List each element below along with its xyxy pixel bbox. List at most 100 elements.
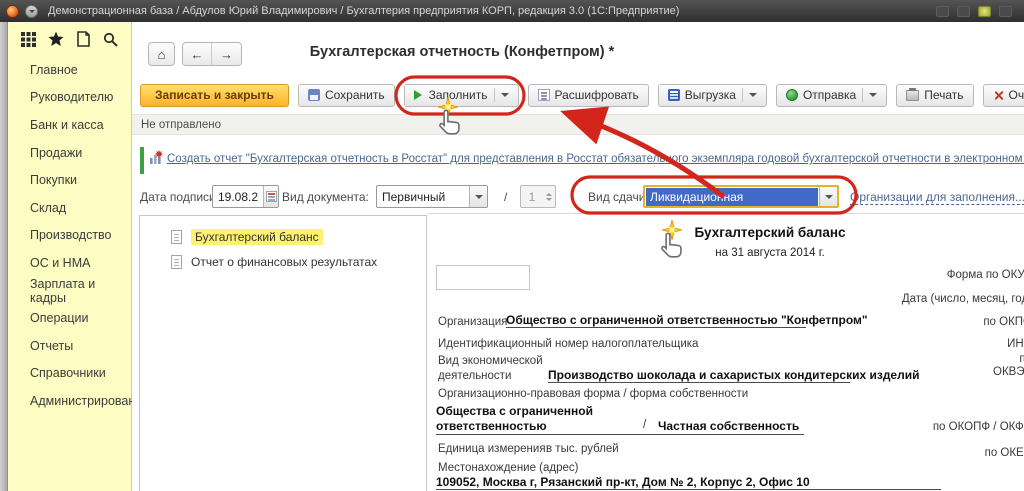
org-value: Общество с ограниченной ответственностью… (506, 313, 868, 328)
close-button[interactable] (999, 5, 1012, 17)
chevron-down-icon[interactable] (869, 93, 878, 101)
restore-button[interactable] (957, 5, 970, 17)
form-title: Бухгалтерский баланс (694, 225, 846, 240)
sidebar-item-administrirovanie[interactable]: Администрирование (8, 387, 149, 415)
back-arrow-icon: ← (190, 46, 204, 62)
sidebar-item-rukovoditelyu[interactable]: Руководителю (8, 84, 131, 112)
chevron-down-icon (28, 9, 35, 16)
sidebar-toolbar (8, 22, 131, 56)
forward-button[interactable]: → (212, 43, 241, 65)
save-close-button[interactable]: Записать и закрыть (140, 83, 289, 107)
okei-label: по ОКЕИ (984, 447, 1024, 459)
dropdown-button[interactable] (819, 187, 837, 206)
calendar-picker-button[interactable] (263, 186, 278, 207)
search-icon[interactable] (102, 31, 119, 48)
home-icon: ⌂ (157, 46, 166, 62)
decrypt-button[interactable]: Расшифровать (527, 83, 649, 107)
back-button[interactable]: ← (183, 43, 212, 65)
chevron-down-icon (824, 194, 833, 203)
sidebar-item-otchety[interactable]: Отчеты (8, 332, 131, 360)
form-toolbar: Записать и закрыть Сохранить Заполнить Р… (132, 80, 1024, 110)
sidebar-item-sklad[interactable]: Склад (8, 194, 131, 222)
activity-label-line1: Вид экономической (438, 355, 543, 367)
ownership-value: Частная собственность (658, 419, 800, 433)
document-icon (171, 229, 182, 244)
unit-value: в тыс. рублей (546, 443, 619, 455)
favorites-star-icon[interactable] (47, 31, 64, 48)
correction-number-stepper[interactable]: 1 (520, 185, 556, 208)
red-x-icon (993, 90, 1004, 101)
minimize-button[interactable] (936, 5, 949, 17)
play-icon (413, 90, 427, 100)
form-subtitle: на 31 августа 2014 г. (715, 247, 825, 259)
save-button[interactable]: Сохранить (297, 83, 395, 107)
legal-form-label: Организационно-правовая форма / форма со… (438, 388, 749, 400)
titlebar: Демонстрационная база / Абдулов Юрий Вла… (0, 0, 1024, 22)
period-input[interactable] (436, 265, 530, 290)
fill-button[interactable]: Заполнить (403, 83, 519, 107)
legal-form-value-line1: Общества с ограниченной (436, 404, 593, 418)
tree-item-financial-results[interactable]: Отчет о финансовых результатах (140, 249, 426, 274)
page-title: Бухгалтерская отчетность (Конфетпром) * (309, 44, 615, 60)
sign-date-field[interactable]: 19.08.2 (212, 185, 279, 208)
send-button[interactable]: Отправка (775, 83, 888, 107)
floppy-icon (307, 89, 320, 101)
legal-form-underline: ответственностью / Частная собственность (436, 419, 804, 435)
sidebar-item-zarplata-i-kadry[interactable]: Зарплата и кадры (8, 277, 131, 305)
service-icon (978, 5, 991, 17)
notice-green-bar (140, 147, 144, 174)
send-status-bar: Не отправлено (132, 114, 1024, 135)
history-icon[interactable] (75, 31, 92, 48)
stepper-arrows[interactable] (543, 186, 555, 207)
inn-label: Идентификационный номер налогоплательщик… (438, 338, 699, 350)
export-icon (667, 89, 680, 101)
unit-label: Единица измерения: (438, 443, 549, 455)
doc-type-label: Вид документа: (282, 190, 369, 204)
sidebar-item-bank-i-kassa[interactable]: Банк и касса (8, 111, 131, 139)
ownership-separator: / (643, 419, 647, 431)
print-button[interactable]: Печать (896, 83, 974, 107)
doc-type-select[interactable]: Первичный (376, 185, 488, 208)
report-kind-select[interactable]: Ликвидационная (643, 185, 839, 208)
sidebar-item-pokupki[interactable]: Покупки (8, 166, 131, 194)
report-chart-icon (149, 150, 163, 170)
sidebar-item-spravochniki[interactable]: Справочники (8, 360, 131, 388)
okved-label-line1: по (1019, 353, 1024, 365)
report-forms-tree: Бухгалтерский баланс Отчет о финансовых … (139, 215, 427, 491)
menu-grid-icon[interactable] (20, 31, 37, 48)
create-rosstat-report-link[interactable]: Создать отчет "Бухгалтерская отчетность … (167, 153, 1024, 165)
activity-value: Производство шоколада и сахаристых конди… (548, 368, 920, 383)
report-kind-value: Ликвидационная (646, 187, 818, 206)
sidebar-item-prodazhi[interactable]: Продажи (8, 139, 131, 167)
organizations-to-fill-link[interactable]: Организации для заполнения... (850, 190, 1024, 205)
chevron-down-icon[interactable] (500, 93, 509, 101)
system-menu-button[interactable] (25, 4, 38, 18)
clear-button[interactable]: Очистить (982, 83, 1024, 107)
legal-form-value-line2: ответственностью (436, 419, 547, 433)
org-label: Организация (438, 316, 508, 328)
sidebar-item-operatsii[interactable]: Операции (8, 304, 131, 332)
sidebar-item-os-i-nma[interactable]: ОС и НМА (8, 249, 131, 277)
okved-label-line2: ОКВЭД (993, 366, 1024, 378)
application-window: Демонстрационная база / Абдулов Юрий Вла… (0, 0, 1024, 491)
sidebar-item-glavnoe[interactable]: Главное (8, 56, 131, 84)
chevron-down-icon[interactable] (748, 93, 757, 101)
forward-arrow-icon: → (220, 46, 233, 62)
globe-icon (785, 89, 798, 101)
okud-label: Форма по ОКУД (946, 269, 1024, 281)
sidebar-item-proizvodstvo[interactable]: Производство (8, 222, 131, 250)
sign-date-label: Дата подписи: (140, 190, 220, 204)
okpo-label: по ОКПО (983, 316, 1024, 328)
dropdown-button[interactable] (469, 186, 487, 207)
home-button[interactable]: ⌂ (148, 42, 175, 66)
inn-right-label: ИНН (1007, 338, 1024, 350)
activity-label-line2: деятельности (438, 370, 512, 382)
slash-separator: / (504, 190, 508, 204)
tree-item-balance[interactable]: Бухгалтерский баланс (140, 224, 426, 249)
address-label: Местонахождение (адрес) (438, 462, 579, 474)
rosstat-notice: Создать отчет "Бухгалтерская отчетность … (132, 142, 1024, 180)
export-button[interactable]: Выгрузка (657, 83, 767, 107)
window-controls (936, 5, 1018, 17)
sheet-icon (537, 89, 550, 101)
window-edge (0, 22, 8, 491)
